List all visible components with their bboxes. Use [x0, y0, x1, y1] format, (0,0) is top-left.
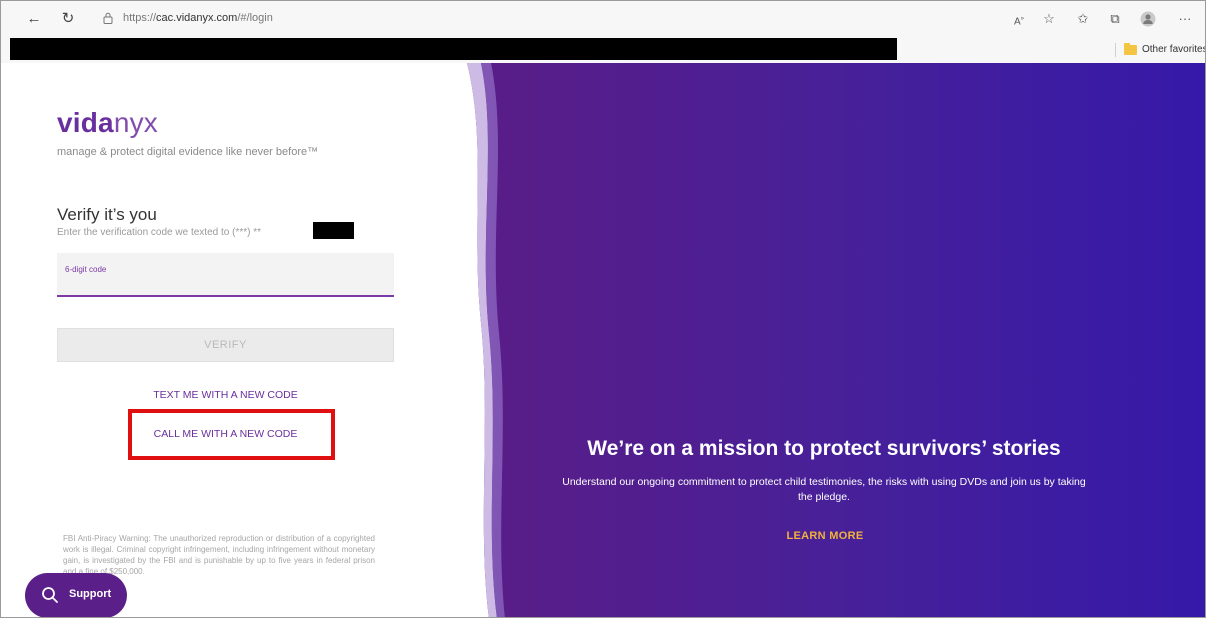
favorites-icon[interactable]: ✩: [1075, 11, 1091, 27]
highlight-annotation: [128, 409, 335, 460]
refresh-icon[interactable]: ↻: [59, 10, 77, 28]
bookmarks-divider: [1115, 43, 1116, 57]
back-icon[interactable]: ←: [25, 10, 43, 28]
profile-icon[interactable]: [1140, 11, 1156, 27]
lock-icon: [103, 12, 113, 24]
verification-code-input[interactable]: 6-digit code: [57, 253, 394, 297]
folder-icon: [1124, 43, 1137, 55]
support-button[interactable]: Support: [25, 573, 127, 617]
other-favorites-link[interactable]: Other favorites: [1142, 44, 1205, 55]
url-text: https://cac.vidanyx.com/#/login: [123, 12, 273, 24]
login-panel: vidanyx manage & protect digital evidenc…: [1, 63, 481, 617]
redaction-bar: [10, 38, 897, 60]
url-host: cac.vidanyx.com: [156, 12, 238, 24]
more-options-icon[interactable]: ···: [1177, 11, 1193, 27]
read-aloud-icon[interactable]: A»: [1011, 11, 1027, 27]
code-field-label: 6-digit code: [65, 265, 107, 274]
url-path: /#/login: [237, 12, 273, 24]
fbi-warning-text: FBI Anti-Piracy Warning: The unauthorize…: [63, 534, 375, 576]
search-icon: [42, 587, 58, 603]
add-favorite-icon[interactable]: ☆: [1041, 11, 1057, 27]
verify-instructions: Enter the verification code we texted to…: [57, 227, 261, 238]
brand-tagline: manage & protect digital evidence like n…: [57, 146, 319, 158]
logo-light-text: nyx: [113, 107, 159, 138]
verify-heading: Verify it’s you: [57, 205, 157, 224]
text-new-code-link[interactable]: TEXT ME WITH A NEW CODE: [57, 389, 394, 401]
hero-body: Understand our ongoing commitment to pro…: [562, 476, 1086, 503]
hero-title: We’re on a mission to protect survivors’…: [587, 437, 1061, 460]
support-label: Support: [69, 588, 112, 600]
vidanyx-logo: vidanyx: [57, 107, 158, 139]
phone-redaction: [313, 222, 354, 239]
browser-toolbar: ← ↻ https://cac.vidanyx.com/#/login A» ☆…: [1, 1, 1205, 37]
collections-icon[interactable]: ⧉: [1107, 11, 1123, 27]
verify-button[interactable]: VERIFY: [57, 328, 394, 362]
learn-more-link[interactable]: LEARN MORE: [711, 530, 939, 542]
url-scheme: https://: [123, 12, 157, 24]
address-bar[interactable]: https://cac.vidanyx.com/#/login: [95, 7, 975, 31]
browser-window: ← ↻ https://cac.vidanyx.com/#/login A» ☆…: [0, 0, 1206, 618]
logo-bold-text: vida: [57, 107, 114, 138]
